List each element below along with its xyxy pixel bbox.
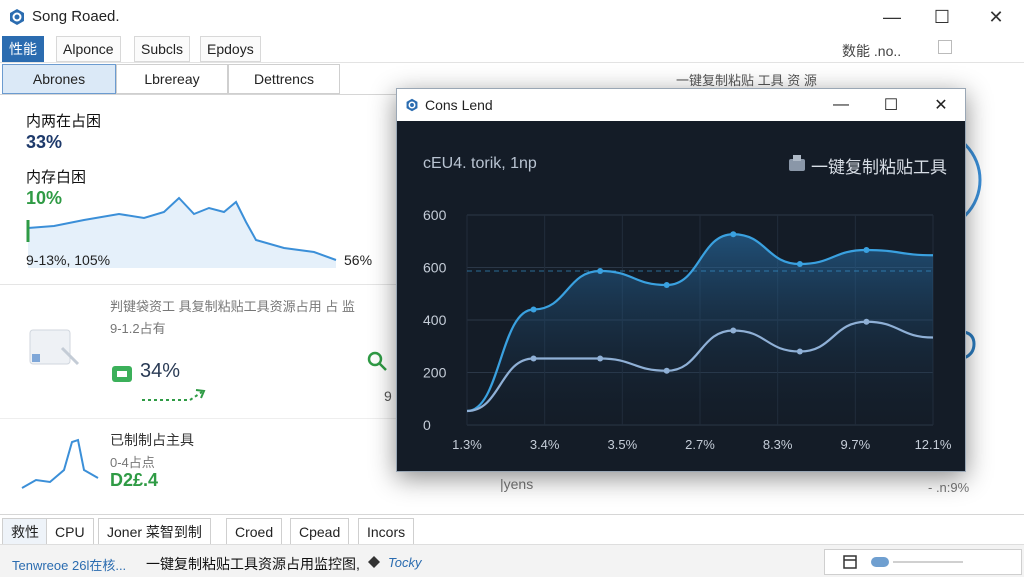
metric-end: 56% — [344, 252, 373, 268]
x-tick-label: 3.4% — [530, 437, 560, 452]
card-2-value: D2£.4 — [110, 470, 159, 490]
status-left[interactable]: Tenwreoe 26l在核... — [12, 555, 126, 574]
y-tick-label: 600 — [423, 260, 447, 276]
data-point — [863, 318, 870, 325]
app-icon — [10, 9, 24, 25]
menu-right-label: 数能 .no.. — [842, 43, 902, 59]
data-point — [530, 355, 537, 362]
tab-lbrereay[interactable]: Lbrereay — [116, 64, 228, 94]
chart-popup-window: Cons Lend — ☐ ✕ cEU4. torik, 1np 一键复制粘贴工… — [396, 88, 966, 472]
data-point — [663, 367, 670, 374]
data-point — [597, 355, 604, 362]
status-right[interactable]: Tocky — [388, 555, 421, 570]
series-area — [467, 234, 933, 425]
card-2-sub: 0-4占点 — [110, 455, 155, 470]
minimize-button[interactable]: — — [872, 4, 912, 30]
bottom-tab-incors[interactable]: Incors — [358, 518, 415, 546]
x-tick-label: 12.1% — [915, 437, 952, 452]
line-chart: 600 600 400 200 0 1.3% 3.4% 3.5% 2.7% 8.3% 9.7% 12.… — [423, 207, 952, 452]
metric-1-value: 33% — [26, 132, 63, 152]
bottom-tab-2[interactable]: Joner 菜智到制 — [98, 518, 211, 546]
data-point — [730, 327, 737, 334]
search-icon[interactable] — [366, 350, 388, 372]
data-point — [863, 247, 870, 253]
diamond-icon — [368, 556, 380, 568]
menu-checkbox[interactable] — [938, 40, 952, 54]
layout-icon[interactable] — [843, 555, 857, 569]
bottom-tab-bar: 救性 CPU Joner 菜智到制 Croed Cpead Incors — [0, 514, 1024, 546]
x-tick-label: 9.7% — [841, 437, 871, 452]
metric-2-label: 内存白困 — [26, 169, 87, 186]
menu-item-performance[interactable]: 性能 — [2, 36, 44, 62]
zoom-slider-handle[interactable] — [871, 557, 889, 567]
popup-title: Cons Lend — [425, 97, 493, 113]
zoom-slider-track[interactable] — [893, 561, 963, 563]
data-point — [796, 261, 803, 267]
brand-label: 一键复制粘贴工具 — [811, 158, 947, 177]
data-point — [730, 231, 737, 238]
divider — [0, 418, 396, 419]
menu-bar: 性能 Alponce Subcls Epdoys 数能 .no.. — [0, 36, 1024, 63]
x-tick-label: 3.5% — [608, 437, 638, 452]
card-5-text: - .n:9% — [928, 480, 970, 495]
y-tick-label: 600 — [423, 207, 447, 223]
status-middle: 一键复制粘贴工具资源占用监控图, — [146, 556, 360, 572]
card-3-value: 9 — [384, 388, 392, 404]
menu-item-subcls[interactable]: Subcls — [134, 36, 191, 62]
divider — [0, 284, 396, 285]
bottom-tab-0[interactable]: 救性 — [2, 518, 48, 546]
data-point — [597, 268, 604, 274]
x-tick-label: 8.3% — [763, 437, 793, 452]
data-point — [796, 348, 803, 355]
window-title: Song Roaed. — [32, 8, 120, 25]
popup-close-button[interactable]: ✕ — [921, 93, 961, 117]
zoom-control — [824, 549, 1022, 575]
y-tick-label: 0 — [423, 417, 431, 433]
popup-title-bar: Cons Lend — ☐ ✕ — [397, 89, 965, 121]
popup-maximize-button[interactable]: ☐ — [871, 93, 911, 117]
side-header: 一键复制粘贴 工具 资 源 — [676, 73, 817, 88]
wave-sparkline — [21, 438, 99, 489]
menu-item-epdoys[interactable]: Epdoys — [200, 36, 261, 62]
y-tick-label: 400 — [423, 312, 447, 328]
data-point — [530, 306, 537, 313]
bottom-tab-croed[interactable]: Croed — [226, 518, 283, 546]
bottom-tab-cpead[interactable]: Cpead — [290, 518, 350, 546]
tab-dettrencs[interactable]: Dettrencs — [228, 64, 340, 94]
metric-range: 9-13%, 105% — [26, 252, 111, 268]
data-point — [663, 282, 670, 288]
card-1-title: 判键袋资工 具复制粘贴工具资源占用 占 监 — [110, 299, 355, 314]
card-2-title: 已制制占主具 — [110, 432, 194, 448]
x-tick-label: 2.7% — [685, 437, 715, 452]
x-tick-label: 1.3% — [452, 437, 482, 452]
chart-subtitle: cEU4. torik, 1np — [423, 155, 537, 172]
title-bar: Song Roaed. — ☐ ✕ — [0, 0, 1024, 34]
trend-arrow-icon — [142, 389, 206, 401]
tab-abrones[interactable]: Abrones — [2, 64, 116, 94]
maximize-button[interactable]: ☐ — [922, 4, 962, 30]
green-chip-icon — [112, 366, 132, 382]
card-4-text: |yens — [500, 476, 534, 492]
close-button[interactable]: ✕ — [976, 4, 1016, 30]
card-1-value: 34% — [140, 360, 181, 382]
card-1-sub: 9-1.2占有 — [110, 321, 166, 336]
status-bar: Tenwreoe 26l在核... 一键复制粘贴工具资源占用监控图, Tocky — [0, 544, 1024, 577]
brand-icon — [789, 155, 805, 171]
popup-minimize-button[interactable]: — — [821, 93, 861, 117]
y-tick-label: 200 — [423, 365, 447, 381]
metric-1-label: 内两在占困 — [26, 113, 102, 130]
bottom-tab-cpu[interactable]: CPU — [46, 518, 94, 546]
menu-item-alponce[interactable]: Alponce — [56, 36, 121, 62]
document-icon — [29, 329, 80, 366]
popup-app-icon — [406, 98, 418, 112]
